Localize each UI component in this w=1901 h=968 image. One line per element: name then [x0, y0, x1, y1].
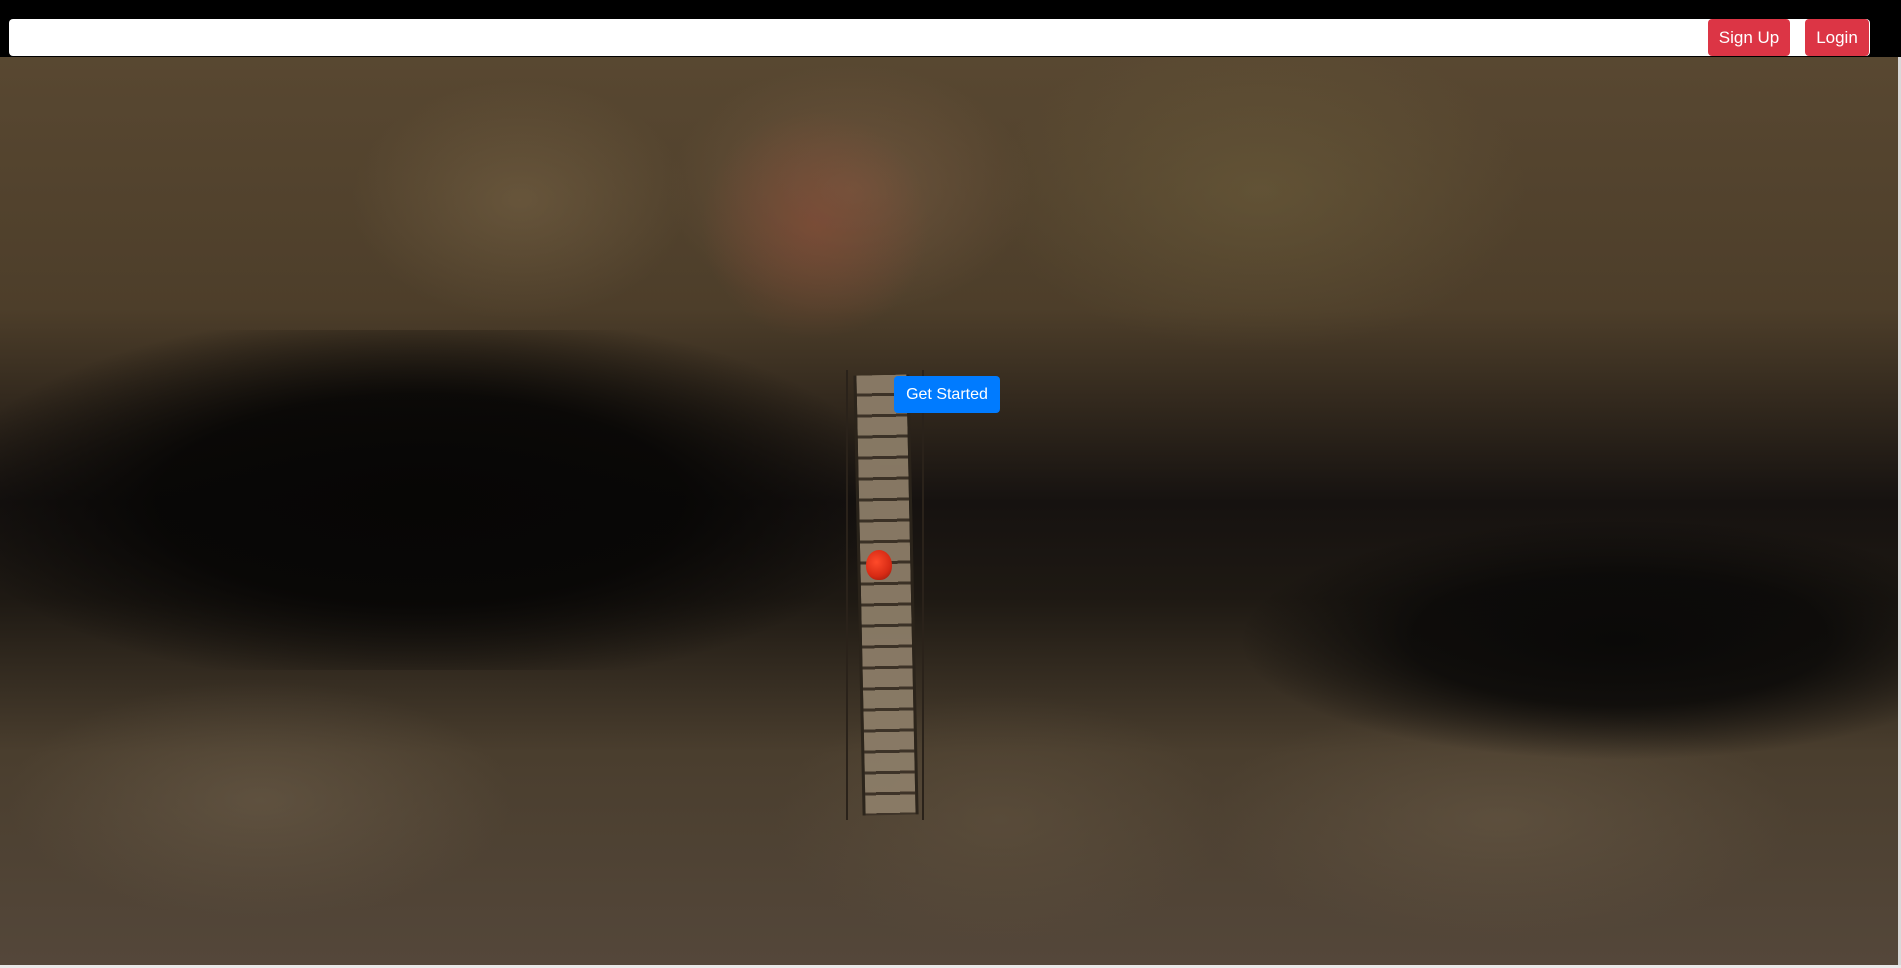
bridge-rope-right [922, 370, 924, 820]
get-started-button[interactable]: Get Started [894, 376, 1000, 413]
navbar-search-input[interactable] [9, 19, 1870, 56]
suspension-bridge [853, 374, 919, 816]
canyon-shadow-left [0, 330, 880, 670]
hiker-figure [866, 550, 892, 580]
hero-background-video [0, 0, 1901, 965]
login-button[interactable]: Login [1805, 19, 1869, 56]
bridge-rope-left [846, 370, 848, 820]
canyon-shadow-right [1200, 520, 1901, 780]
red-rock-patch [700, 110, 930, 340]
page: Sign Up Login Get Started [0, 0, 1901, 968]
signup-button[interactable]: Sign Up [1708, 19, 1790, 56]
top-navigation-bar: Sign Up Login [0, 0, 1901, 57]
